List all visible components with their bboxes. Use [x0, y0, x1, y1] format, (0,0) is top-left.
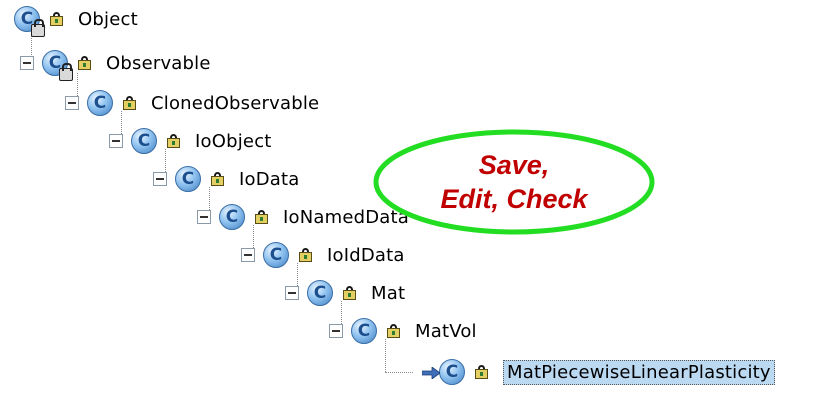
package-lock-icon	[123, 96, 137, 110]
tree-connector	[385, 372, 413, 373]
package-lock-icon	[299, 248, 313, 262]
package-lock-icon	[167, 134, 181, 148]
node-label-selected: MatPiecewiseLinearPlasticity	[503, 359, 775, 385]
class-letter: C	[181, 169, 195, 189]
tree-node-matvol[interactable]: C MatVol	[329, 312, 477, 350]
tree-node-clonedobservable[interactable]: C ClonedObservable	[65, 84, 319, 122]
package-lock-icon	[343, 286, 357, 300]
lock-icon	[31, 19, 45, 37]
package-lock-icon	[475, 365, 489, 379]
collapse-icon[interactable]	[153, 172, 167, 186]
collapse-icon[interactable]	[109, 134, 123, 148]
collapse-icon[interactable]	[329, 324, 343, 338]
package-lock-icon	[211, 172, 225, 186]
lock-icon	[59, 63, 73, 81]
node-label: IoData	[239, 168, 300, 190]
class-icon: C	[307, 280, 333, 306]
package-lock-icon	[255, 210, 269, 224]
node-label: ClonedObservable	[151, 92, 320, 114]
tree-node-mat[interactable]: C Mat	[285, 274, 405, 312]
class-letter: C	[93, 93, 107, 113]
node-label: IoIdData	[327, 244, 405, 266]
package-lock-icon	[387, 324, 401, 338]
collapse-icon[interactable]	[241, 248, 255, 262]
class-letter: C	[225, 207, 239, 227]
tree-node-matpiecewiselinearplasticity[interactable]: C MatPiecewiseLinearPlasticity	[422, 353, 775, 391]
class-lock-icon: C	[42, 50, 73, 81]
class-icon: C	[351, 318, 377, 344]
tree-node-observable[interactable]: C Observable	[20, 44, 211, 82]
class-letter: C	[269, 245, 283, 265]
node-label: IoObject	[195, 130, 272, 152]
collapse-icon[interactable]	[65, 96, 79, 110]
package-lock-icon	[50, 12, 64, 26]
tree-node-iodata[interactable]: C IoData	[153, 160, 300, 198]
class-icon: C	[87, 90, 113, 116]
class-letter: C	[357, 321, 371, 341]
class-icon: C	[263, 242, 289, 268]
class-letter: C	[445, 362, 459, 382]
arrow-icon	[422, 367, 440, 379]
node-label: MatVol	[415, 320, 477, 342]
tree-node-ioobject[interactable]: C IoObject	[109, 122, 272, 160]
class-letter: C	[137, 131, 151, 151]
node-label: Object	[78, 8, 138, 30]
class-letter: C	[313, 283, 327, 303]
class-arrow-icon: C	[422, 359, 465, 385]
node-label: Observable	[106, 52, 211, 74]
callout-annotation: Save, Edit, Check	[372, 128, 656, 236]
package-lock-icon	[78, 56, 92, 70]
class-icon: C	[175, 166, 201, 192]
node-label: Mat	[371, 282, 406, 304]
collapse-icon[interactable]	[20, 56, 34, 70]
collapse-icon[interactable]	[197, 210, 211, 224]
collapse-icon[interactable]	[285, 286, 299, 300]
class-lock-icon: C	[14, 6, 45, 37]
tree-node-ioiddata[interactable]: C IoIdData	[241, 236, 405, 274]
class-icon: C	[131, 128, 157, 154]
class-icon: C	[219, 204, 245, 230]
tree-node-object[interactable]: C Object	[14, 0, 138, 38]
callout-ellipse	[373, 129, 655, 235]
